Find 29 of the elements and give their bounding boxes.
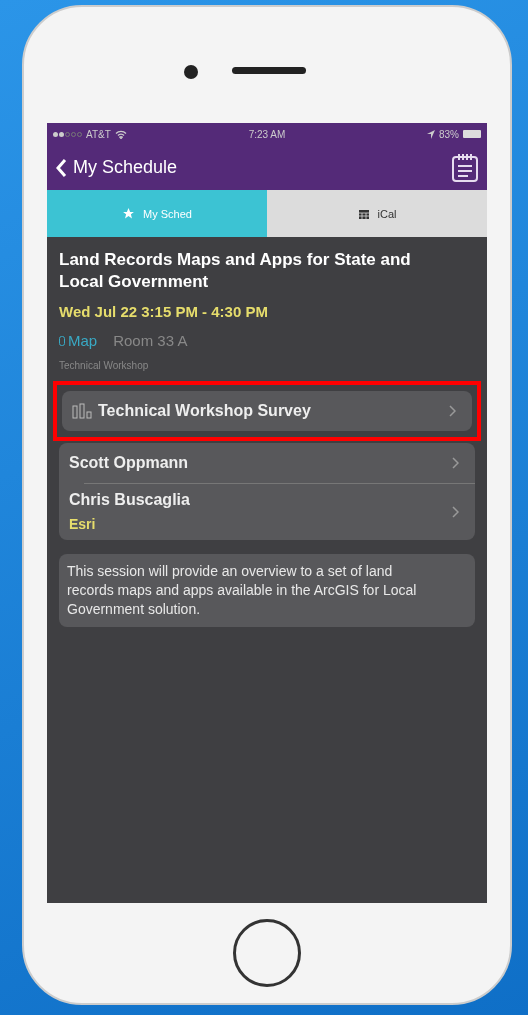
calendar-icon xyxy=(357,207,370,220)
session-title: Land Records Maps and Apps for State and Local Government xyxy=(59,249,412,293)
session-time: Wed Jul 22 3:15 PM - 4:30 PM xyxy=(59,303,269,320)
survey-row[interactable]: Technical Workshop Survey xyxy=(62,391,472,431)
room-label: Room 33 A xyxy=(113,332,188,349)
bar-chart-icon xyxy=(72,403,94,419)
tab[interactable]: iCal xyxy=(267,190,487,237)
speaker-row[interactable]: Chris Buscaglia Esri xyxy=(59,483,475,540)
chevron-icon xyxy=(452,457,459,469)
speaker-icon xyxy=(232,67,306,74)
back-button[interactable]: My Schedule xyxy=(55,157,178,178)
chevron-icon xyxy=(449,405,456,417)
speaker-row[interactable]: Scott Oppmann xyxy=(59,443,475,483)
battery-icon xyxy=(463,130,481,138)
battery-percent: 83% xyxy=(438,128,459,140)
home-button[interactable] xyxy=(233,919,301,987)
carrier-label: AT&T xyxy=(86,128,111,140)
camera-icon xyxy=(184,65,198,79)
map-link[interactable]: Map xyxy=(59,332,98,349)
session-type: Technical Workshop xyxy=(59,360,150,371)
notepad-icon[interactable] xyxy=(451,152,479,183)
back-chevron-icon xyxy=(55,157,67,178)
location-icon xyxy=(426,129,435,139)
wifi-icon xyxy=(114,129,127,139)
star-icon xyxy=(122,207,136,220)
status-time: 7:23 AM xyxy=(248,128,286,140)
pin-icon xyxy=(59,335,65,346)
chevron-icon xyxy=(452,505,459,518)
session-description: This session will provide an overview to a set of land records maps and apps available in the ArcGIS for Local Government solution. xyxy=(59,554,475,627)
